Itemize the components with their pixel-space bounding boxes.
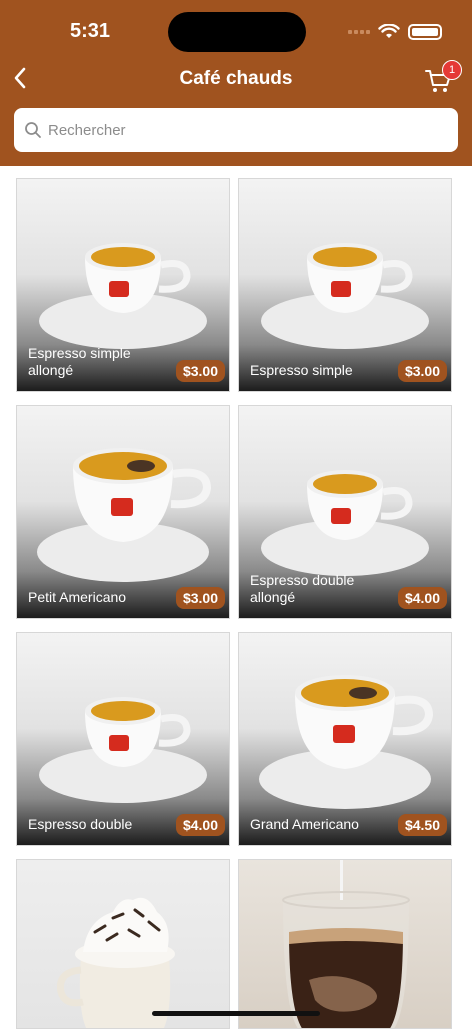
product-name: Petit Americano <box>28 589 127 605</box>
product-card[interactable]: Espresso double $4.00 <box>16 632 230 846</box>
dynamic-island <box>168 12 306 52</box>
product-name: Espresso simple allongé <box>28 345 131 378</box>
search-input[interactable] <box>48 121 428 139</box>
product-price: $3.00 <box>175 587 225 609</box>
product-price: $4.50 <box>397 814 447 836</box>
cart-count-badge: 1 <box>442 60 462 80</box>
search-icon <box>25 122 41 138</box>
home-indicator <box>152 1011 320 1016</box>
product-price: $4.00 <box>397 587 447 609</box>
product-name: Espresso double allongé <box>250 572 355 605</box>
product-card[interactable] <box>16 859 230 1029</box>
battery-icon <box>408 24 442 40</box>
product-price: $3.00 <box>175 360 225 382</box>
search-bar[interactable] <box>14 108 458 152</box>
product-card[interactable] <box>238 859 452 1029</box>
product-card[interactable]: Espresso simple $3.00 <box>238 178 452 392</box>
cart-button[interactable]: 1 <box>424 60 462 94</box>
page-title: Café chauds <box>179 68 293 89</box>
wifi-icon <box>378 24 400 38</box>
mocha-whipped-cream-image <box>56 897 175 1028</box>
product-card[interactable]: Grand Americano $4.50 <box>238 632 452 846</box>
product-card[interactable]: Espresso simple allongé $3.00 <box>16 178 230 392</box>
product-name: Espresso double <box>28 816 133 832</box>
product-price: $3.00 <box>397 360 447 382</box>
latte-glass-image <box>282 860 410 1028</box>
product-name: Espresso simple <box>250 362 353 378</box>
product-name: Grand Americano <box>250 816 359 832</box>
app-header: 5:31 Café chauds 1 <box>0 0 472 166</box>
product-card[interactable]: Espresso double allongé $4.00 <box>238 405 452 619</box>
status-icons <box>348 24 442 40</box>
product-card[interactable]: Petit Americano $3.00 <box>16 405 230 619</box>
product-price: $4.00 <box>175 814 225 836</box>
signal-icon <box>348 30 370 34</box>
status-time: 5:31 <box>70 20 111 42</box>
